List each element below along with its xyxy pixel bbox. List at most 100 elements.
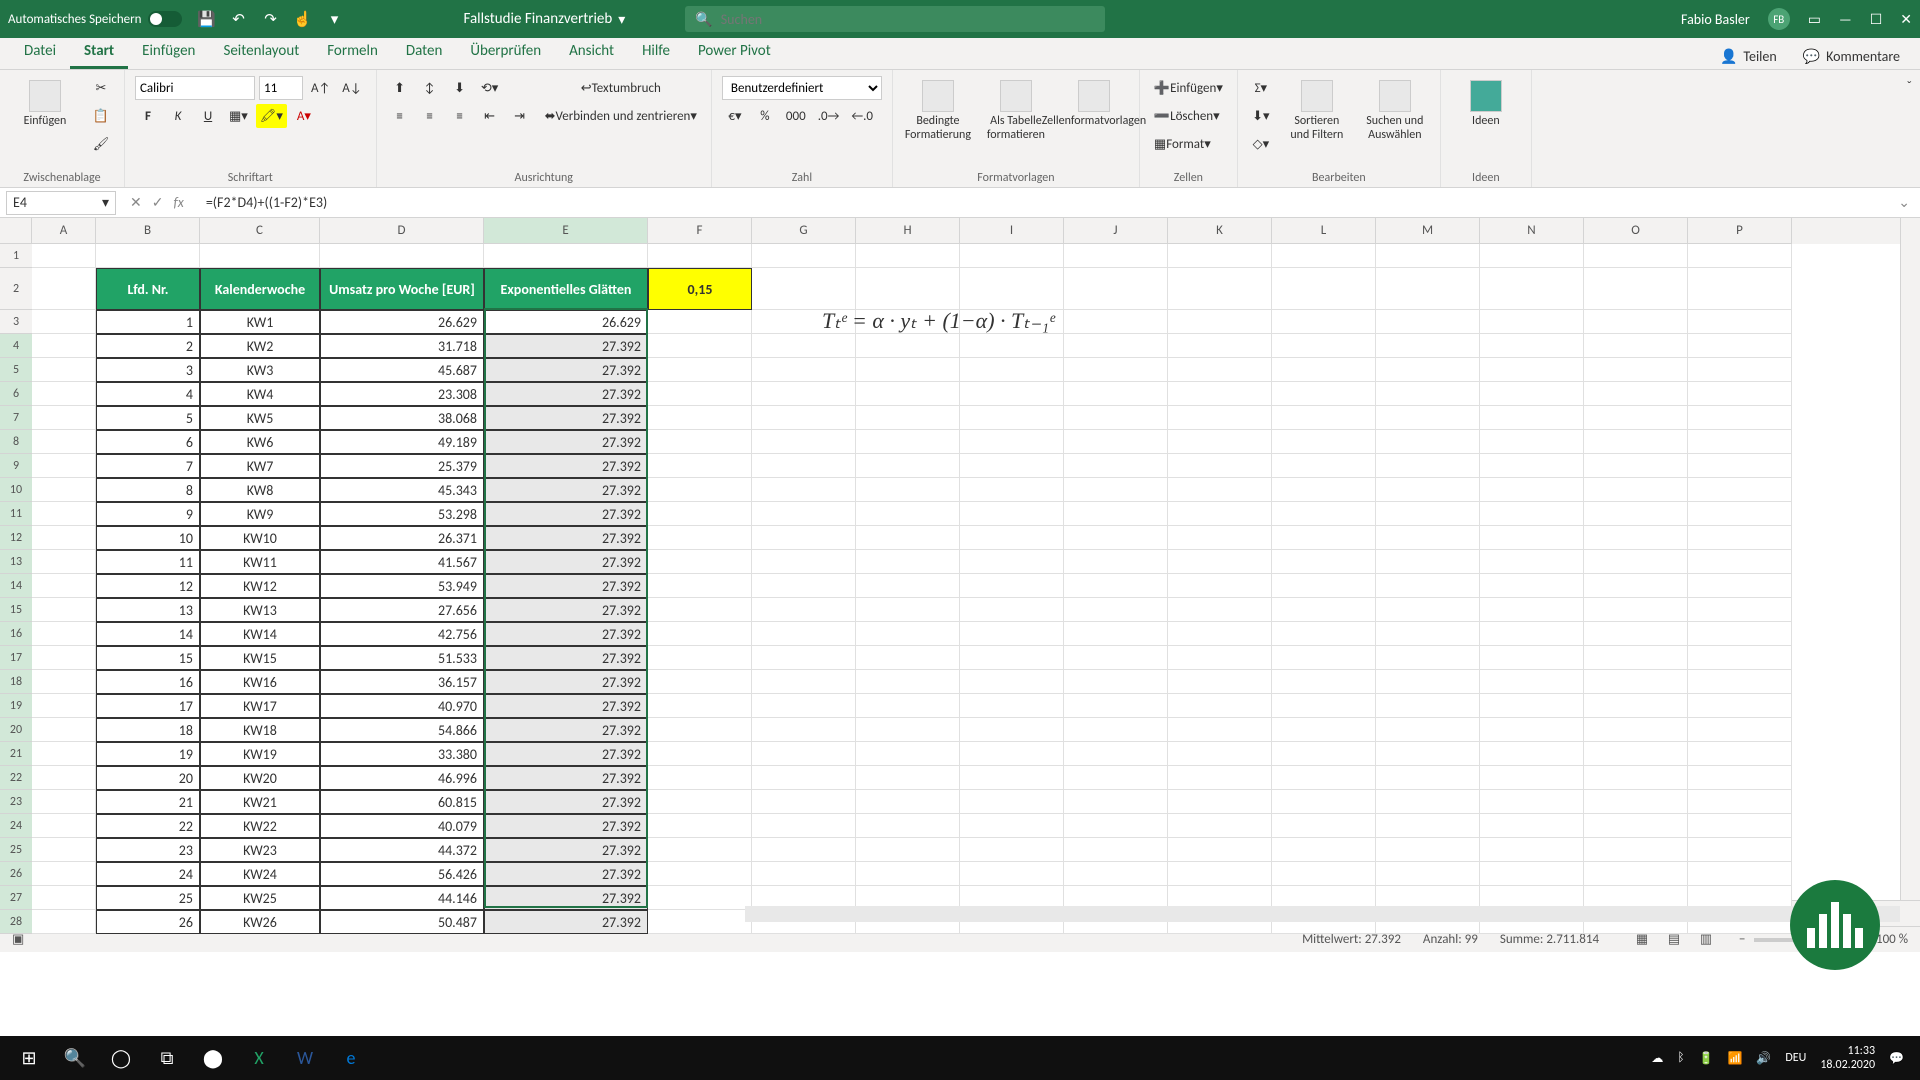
cell-kw[interactable]: KW5: [200, 406, 320, 430]
cell[interactable]: [856, 694, 960, 718]
cell[interactable]: [32, 268, 96, 310]
cell-kw[interactable]: KW2: [200, 334, 320, 358]
tab-datei[interactable]: Datei: [10, 37, 70, 69]
cell[interactable]: [856, 406, 960, 430]
cell[interactable]: [856, 790, 960, 814]
format-table-button[interactable]: Als Tabelle formatieren: [981, 76, 1051, 146]
record-macro-icon[interactable]: ▣: [12, 932, 24, 947]
wrap-text-button[interactable]: ↩ Textumbruch: [541, 76, 701, 100]
cell[interactable]: [1584, 574, 1688, 598]
cell-lfd[interactable]: 6: [96, 430, 200, 454]
increase-decimal-icon[interactable]: .0→: [814, 104, 844, 128]
cell[interactable]: [960, 862, 1064, 886]
cell[interactable]: [752, 790, 856, 814]
row-header[interactable]: 12: [0, 526, 32, 550]
cell[interactable]: [32, 790, 96, 814]
cell[interactable]: [1272, 268, 1376, 310]
tray-onedrive-icon[interactable]: ☁: [1651, 1051, 1663, 1066]
cell[interactable]: [1688, 454, 1792, 478]
cell[interactable]: [856, 502, 960, 526]
cell-lfd[interactable]: 9: [96, 502, 200, 526]
cell-lfd[interactable]: 5: [96, 406, 200, 430]
cell[interactable]: [856, 862, 960, 886]
cell[interactable]: [32, 334, 96, 358]
minimize-icon[interactable]: —: [1839, 11, 1852, 28]
ribbon-display-icon[interactable]: ▭: [1808, 11, 1821, 28]
cell[interactable]: [1688, 862, 1792, 886]
row-header[interactable]: 11: [0, 502, 32, 526]
cell[interactable]: [960, 622, 1064, 646]
cell[interactable]: [32, 838, 96, 862]
expand-formula-icon[interactable]: ⌄: [1888, 194, 1920, 211]
cell[interactable]: [856, 670, 960, 694]
cell[interactable]: [648, 862, 752, 886]
paste-button[interactable]: Einfügen: [10, 76, 80, 132]
align-bottom-icon[interactable]: ⬇: [447, 76, 473, 100]
cell-umsatz[interactable]: 44.372: [320, 838, 484, 862]
cell[interactable]: [1168, 622, 1272, 646]
cell[interactable]: [1480, 694, 1584, 718]
column-header-I[interactable]: I: [960, 218, 1064, 244]
cell[interactable]: [752, 742, 856, 766]
orientation-icon[interactable]: ⟲▾: [477, 76, 503, 100]
cell[interactable]: [1584, 742, 1688, 766]
tray-notifications-icon[interactable]: 💬: [1889, 1051, 1904, 1066]
cell[interactable]: [752, 622, 856, 646]
cell-umsatz[interactable]: 41.567: [320, 550, 484, 574]
column-header-B[interactable]: B: [96, 218, 200, 244]
cell[interactable]: [1688, 478, 1792, 502]
cell-lfd[interactable]: 10: [96, 526, 200, 550]
align-left-icon[interactable]: ≡: [387, 104, 413, 128]
cell[interactable]: [1168, 814, 1272, 838]
column-header-M[interactable]: M: [1376, 218, 1480, 244]
tray-clock[interactable]: 11:3318.02.2020: [1820, 1044, 1875, 1073]
cell[interactable]: [648, 382, 752, 406]
cell[interactable]: [648, 550, 752, 574]
cell[interactable]: [32, 430, 96, 454]
cell[interactable]: [1688, 334, 1792, 358]
cell[interactable]: [1272, 790, 1376, 814]
cell-lfd[interactable]: 2: [96, 334, 200, 358]
cell[interactable]: [1168, 526, 1272, 550]
format-painter-icon[interactable]: 🖌: [88, 132, 114, 156]
currency-icon[interactable]: €▾: [722, 104, 748, 128]
row-header[interactable]: 22: [0, 766, 32, 790]
column-header-J[interactable]: J: [1064, 218, 1168, 244]
save-icon[interactable]: 💾: [198, 10, 216, 28]
cell[interactable]: [1688, 502, 1792, 526]
clear-icon[interactable]: ◇▾: [1248, 132, 1274, 156]
cell[interactable]: [1064, 622, 1168, 646]
cell-umsatz[interactable]: 31.718: [320, 334, 484, 358]
row-header[interactable]: 18: [0, 670, 32, 694]
cell-umsatz[interactable]: 60.815: [320, 790, 484, 814]
cell[interactable]: [1064, 718, 1168, 742]
cell-glaetten[interactable]: 27.392: [484, 646, 648, 670]
cell[interactable]: [1480, 406, 1584, 430]
cell[interactable]: [1688, 718, 1792, 742]
cell[interactable]: [1064, 454, 1168, 478]
fill-icon[interactable]: ⬇▾: [1248, 104, 1274, 128]
tray-language[interactable]: DEU: [1785, 1051, 1806, 1065]
cell[interactable]: [1168, 742, 1272, 766]
cell[interactable]: [1064, 742, 1168, 766]
cell[interactable]: [960, 478, 1064, 502]
header-lfd[interactable]: Lfd. Nr.: [96, 268, 200, 310]
row-header[interactable]: 21: [0, 742, 32, 766]
cell[interactable]: [1168, 790, 1272, 814]
cell[interactable]: [648, 598, 752, 622]
cell[interactable]: [1688, 268, 1792, 310]
cell[interactable]: [648, 502, 752, 526]
cell-lfd[interactable]: 18: [96, 718, 200, 742]
row-header[interactable]: 24: [0, 814, 32, 838]
cell[interactable]: [1168, 838, 1272, 862]
cell-kw[interactable]: KW8: [200, 478, 320, 502]
align-right-icon[interactable]: ≡: [447, 104, 473, 128]
select-all-corner[interactable]: [0, 218, 32, 244]
cell-kw[interactable]: KW11: [200, 550, 320, 574]
cell-lfd[interactable]: 19: [96, 742, 200, 766]
cell-umsatz[interactable]: 54.866: [320, 718, 484, 742]
cell[interactable]: [752, 478, 856, 502]
cell[interactable]: [1480, 310, 1584, 334]
cell[interactable]: [648, 622, 752, 646]
cell-kw[interactable]: KW9: [200, 502, 320, 526]
